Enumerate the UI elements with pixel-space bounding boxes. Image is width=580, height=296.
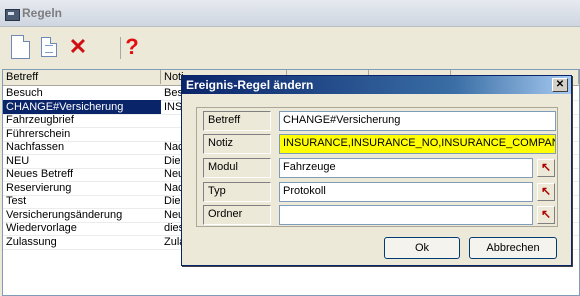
table-cell-betreff: Fahrzeugbrief: [6, 114, 74, 126]
edit-document-icon: [41, 37, 57, 57]
table-cell-betreff: Führerschein: [6, 127, 71, 140]
new-rule-button[interactable]: [8, 34, 32, 60]
dialog-titlebar: Ereignis-Regel ändern ✕: [182, 76, 571, 94]
betreff-label: Betreff: [203, 111, 271, 131]
app-window-icon: [5, 9, 20, 21]
ordner-label: Ordner: [203, 205, 271, 225]
new-document-icon: [10, 35, 30, 59]
notiz-label: Notiz: [203, 134, 271, 154]
table-cell-betreff: Wiedervorlage: [6, 222, 77, 234]
toolbar: ✕ ?: [0, 27, 580, 65]
ok-button[interactable]: Ok: [384, 237, 460, 259]
ordner-pick-button[interactable]: ↖: [537, 206, 555, 224]
rule-form: Betreff CHANGE#Versicherung Notiz INSURA…: [196, 107, 558, 227]
table-cell-betreff: Zulassung: [6, 235, 57, 248]
edit-rule-button[interactable]: [37, 34, 61, 60]
column-header-betreff[interactable]: Betreff: [3, 70, 161, 84]
delete-rule-button[interactable]: ✕: [66, 34, 90, 60]
delete-icon: ✕: [68, 34, 88, 59]
table-cell-betreff: Nachfassen: [6, 141, 65, 153]
help-button[interactable]: ?: [120, 34, 144, 60]
close-icon[interactable]: ✕: [552, 78, 568, 92]
cancel-button[interactable]: Abbrechen: [469, 237, 557, 259]
table-cell-betreff: NEU: [6, 154, 30, 167]
dialog-title: Ereignis-Regel ändern: [186, 78, 314, 92]
modul-input[interactable]: Fahrzeuge: [279, 158, 533, 178]
notiz-input[interactable]: INSURANCE,INSURANCE_NO,INSURANCE_COMPAN: [279, 134, 556, 154]
window-title: Regeln: [22, 6, 63, 20]
modul-label: Modul: [203, 158, 271, 178]
window-titlebar: Regeln: [0, 0, 580, 27]
edit-rule-dialog: Ereignis-Regel ändern ✕ Betreff CHANGE#V…: [181, 75, 572, 266]
table-cell-betreff: Versicherungsänderung: [6, 208, 123, 221]
table-cell-betreff: Test: [6, 195, 27, 207]
typ-input[interactable]: Protokoll: [279, 182, 533, 202]
table-cell-betreff: Reservierung: [6, 181, 72, 194]
typ-label: Typ: [203, 182, 271, 202]
ordner-input[interactable]: [279, 205, 533, 225]
table-cell-betreff: Neues Betreff: [6, 168, 74, 180]
help-icon: ?: [125, 34, 139, 59]
betreff-input[interactable]: CHANGE#Versicherung: [279, 111, 556, 131]
table-cell-betreff: Besuch: [6, 87, 43, 99]
typ-pick-button[interactable]: ↖: [537, 183, 555, 201]
modul-pick-button[interactable]: ↖: [537, 159, 555, 177]
table-cell-betreff: CHANGE#Versicherung: [3, 99, 161, 114]
